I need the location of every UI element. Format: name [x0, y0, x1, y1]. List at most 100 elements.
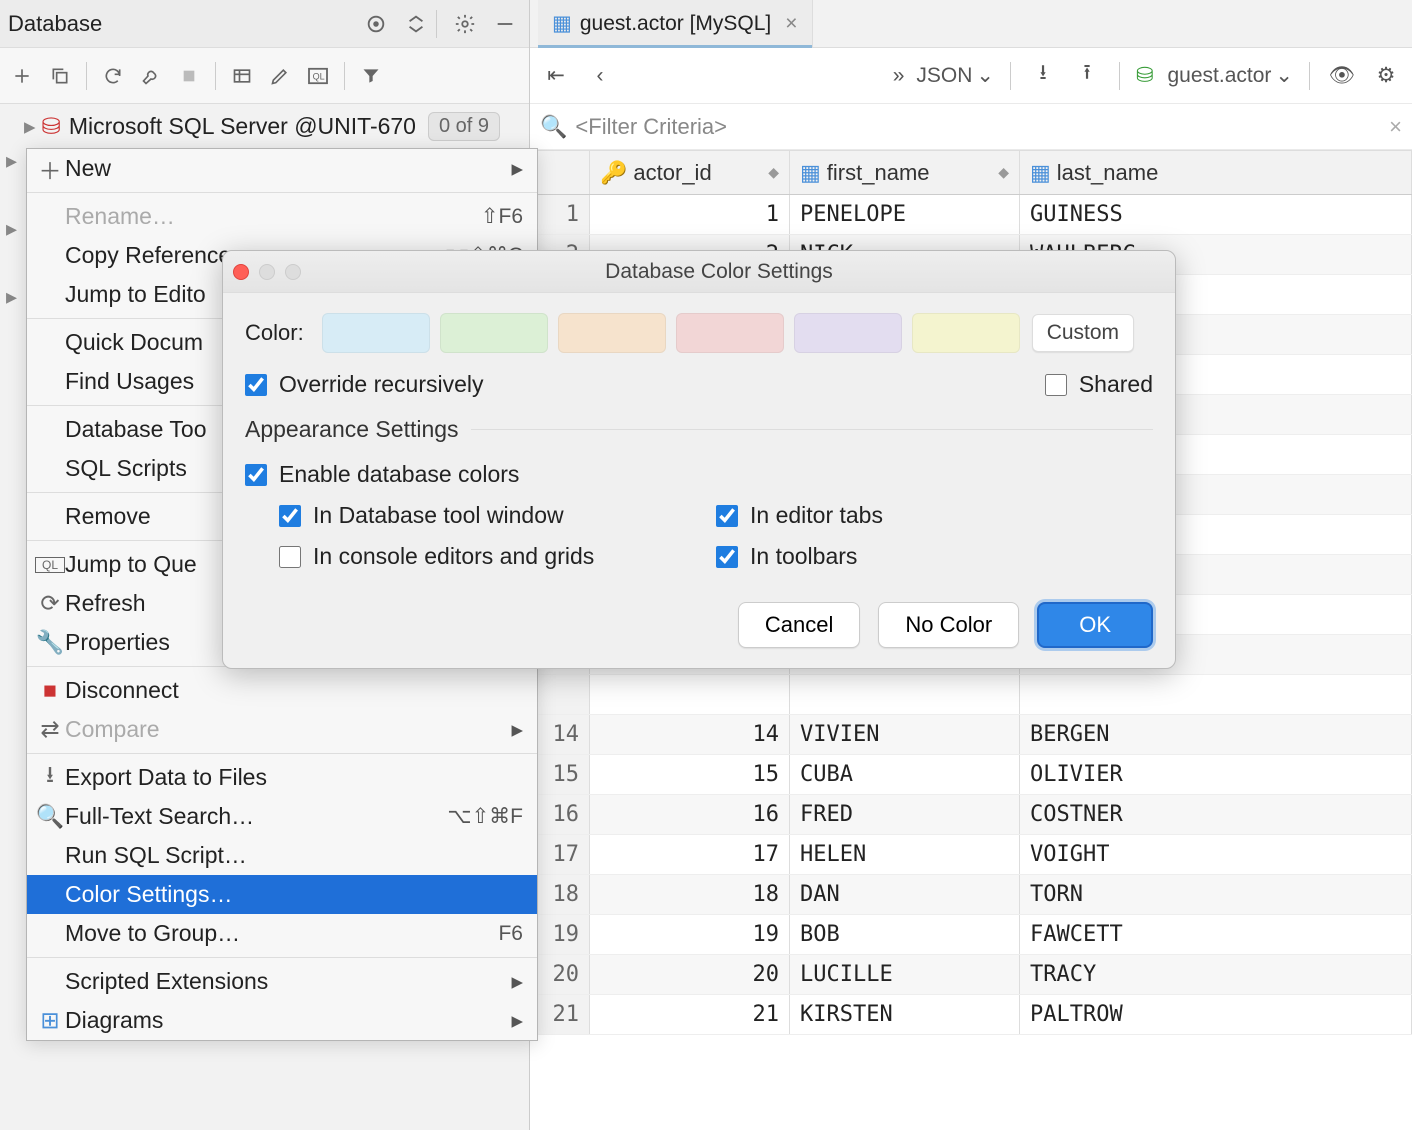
- cell-first-name[interactable]: [790, 675, 1020, 714]
- more-icon[interactable]: »: [893, 64, 905, 88]
- table-row[interactable]: 1616FREDCOSTNER: [530, 795, 1412, 835]
- custom-color-button[interactable]: Custom: [1032, 314, 1134, 352]
- cell-first-name[interactable]: FRED: [790, 795, 1020, 834]
- cell-first-name[interactable]: PENELOPE: [790, 195, 1020, 234]
- clear-icon[interactable]: ×: [1389, 114, 1402, 140]
- cell-actor-id[interactable]: 20: [590, 955, 790, 994]
- cell-first-name[interactable]: LUCILLE: [790, 955, 1020, 994]
- cell-first-name[interactable]: CUBA: [790, 755, 1020, 794]
- dialog-titlebar[interactable]: Database Color Settings: [223, 251, 1175, 293]
- col-last-name[interactable]: ▦last_name: [1020, 151, 1412, 194]
- table-row[interactable]: 2121KIRSTENPALTROW: [530, 995, 1412, 1035]
- row-number: 15: [530, 755, 590, 794]
- color-swatch[interactable]: [912, 313, 1020, 353]
- menu-export[interactable]: ⭳Export Data to Files: [27, 758, 537, 797]
- datasource-row[interactable]: ▸ ⛁ Microsoft SQL Server @UNIT-670 0 of …: [0, 104, 529, 148]
- cell-last-name[interactable]: PALTROW: [1020, 995, 1412, 1034]
- color-swatch[interactable]: [322, 313, 430, 353]
- gear-icon[interactable]: [449, 8, 481, 40]
- cell-last-name[interactable]: BERGEN: [1020, 715, 1412, 754]
- cell-last-name[interactable]: TORN: [1020, 875, 1412, 914]
- gear-icon[interactable]: ⚙: [1370, 60, 1402, 92]
- col-first-name[interactable]: ▦first_name◆: [790, 151, 1020, 194]
- in-console-checkbox[interactable]: In console editors and grids: [279, 543, 716, 570]
- table-row[interactable]: 1717HELENVOIGHT: [530, 835, 1412, 875]
- color-swatch[interactable]: [558, 313, 666, 353]
- table-row[interactable]: 1818DANTORN: [530, 875, 1412, 915]
- cancel-button[interactable]: Cancel: [738, 602, 860, 648]
- download-icon[interactable]: ⭳: [1027, 60, 1059, 92]
- first-page-icon[interactable]: ⇤: [540, 60, 572, 92]
- cell-first-name[interactable]: BOB: [790, 915, 1020, 954]
- minimize-icon[interactable]: [489, 8, 521, 40]
- table-row[interactable]: [530, 675, 1412, 715]
- wrench-icon[interactable]: [135, 60, 167, 92]
- cell-last-name[interactable]: [1020, 675, 1412, 714]
- menu-move-to-group[interactable]: Move to Group…F6: [27, 914, 537, 953]
- collapse-icon[interactable]: [400, 8, 432, 40]
- cell-last-name[interactable]: FAWCETT: [1020, 915, 1412, 954]
- cell-last-name[interactable]: VOIGHT: [1020, 835, 1412, 874]
- color-swatch[interactable]: [794, 313, 902, 353]
- menu-new[interactable]: ＋New▸: [27, 149, 537, 188]
- menu-disconnect[interactable]: ■Disconnect: [27, 671, 537, 710]
- in-toolbars-checkbox[interactable]: In toolbars: [716, 543, 1153, 570]
- cell-actor-id[interactable]: 15: [590, 755, 790, 794]
- cell-actor-id[interactable]: 18: [590, 875, 790, 914]
- cell-last-name[interactable]: GUINESS: [1020, 195, 1412, 234]
- color-swatch[interactable]: [676, 313, 784, 353]
- table-row[interactable]: 11PENELOPEGUINESS: [530, 195, 1412, 235]
- table-icon[interactable]: [226, 60, 258, 92]
- tab-guest-actor[interactable]: ▦ guest.actor [MySQL] ×: [538, 0, 813, 47]
- cell-first-name[interactable]: DAN: [790, 875, 1020, 914]
- no-color-button[interactable]: No Color: [878, 602, 1019, 648]
- upload-icon[interactable]: ⭱: [1071, 60, 1103, 92]
- close-icon[interactable]: ×: [785, 12, 797, 36]
- copy-icon[interactable]: [44, 60, 76, 92]
- prev-page-icon[interactable]: ‹: [584, 60, 616, 92]
- refresh-icon[interactable]: [97, 60, 129, 92]
- add-icon[interactable]: [6, 60, 38, 92]
- eye-icon[interactable]: 👁: [1326, 60, 1358, 92]
- cell-first-name[interactable]: HELEN: [790, 835, 1020, 874]
- menu-run-sql[interactable]: Run SQL Script…: [27, 836, 537, 875]
- table-row[interactable]: 2020LUCILLETRACY: [530, 955, 1412, 995]
- cell-actor-id[interactable]: 1: [590, 195, 790, 234]
- cell-first-name[interactable]: VIVIEN: [790, 715, 1020, 754]
- close-window-icon[interactable]: [233, 264, 249, 280]
- table-row[interactable]: 1414VIVIENBERGEN: [530, 715, 1412, 755]
- menu-diagrams[interactable]: ⊞Diagrams▸: [27, 1001, 537, 1040]
- cell-actor-id[interactable]: 21: [590, 995, 790, 1034]
- in-tool-window-checkbox[interactable]: In Database tool window: [279, 502, 716, 529]
- table-row[interactable]: 1919BOBFAWCETT: [530, 915, 1412, 955]
- cell-actor-id[interactable]: 19: [590, 915, 790, 954]
- menu-fulltext-search[interactable]: 🔍Full-Text Search…⌥⇧⌘F: [27, 797, 537, 836]
- cell-actor-id[interactable]: 14: [590, 715, 790, 754]
- override-checkbox[interactable]: Override recursively: [245, 371, 484, 398]
- cell-actor-id[interactable]: [590, 675, 790, 714]
- cell-actor-id[interactable]: 17: [590, 835, 790, 874]
- in-editor-tabs-checkbox[interactable]: In editor tabs: [716, 502, 1153, 529]
- target-icon[interactable]: [360, 8, 392, 40]
- source-dropdown[interactable]: ⛁ guest.actor⌄: [1136, 63, 1293, 88]
- table-row[interactable]: 1515CUBAOLIVIER: [530, 755, 1412, 795]
- stop-icon[interactable]: [173, 60, 205, 92]
- datasource-label: Microsoft SQL Server @UNIT-670: [69, 113, 416, 140]
- ok-button[interactable]: OK: [1037, 602, 1153, 648]
- console-icon[interactable]: QL: [302, 60, 334, 92]
- menu-color-settings[interactable]: Color Settings…: [27, 875, 537, 914]
- filter-icon[interactable]: [355, 60, 387, 92]
- format-dropdown[interactable]: JSON⌄: [916, 63, 994, 88]
- color-swatch[interactable]: [440, 313, 548, 353]
- filter-row[interactable]: 🔍 <Filter Criteria> ×: [530, 104, 1412, 150]
- cell-last-name[interactable]: TRACY: [1020, 955, 1412, 994]
- cell-first-name[interactable]: KIRSTEN: [790, 995, 1020, 1034]
- cell-last-name[interactable]: OLIVIER: [1020, 755, 1412, 794]
- col-actor-id[interactable]: 🔑actor_id◆: [590, 151, 790, 194]
- cell-last-name[interactable]: COSTNER: [1020, 795, 1412, 834]
- shared-checkbox[interactable]: Shared: [1045, 371, 1153, 398]
- enable-colors-checkbox[interactable]: Enable database colors: [245, 461, 1153, 488]
- edit-icon[interactable]: [264, 60, 296, 92]
- menu-scripted-ext[interactable]: Scripted Extensions▸: [27, 962, 537, 1001]
- cell-actor-id[interactable]: 16: [590, 795, 790, 834]
